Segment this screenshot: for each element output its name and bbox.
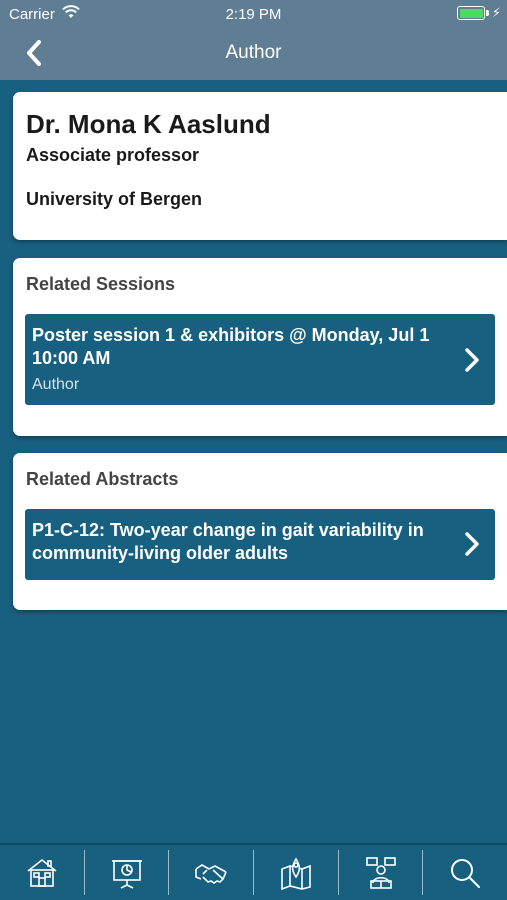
author-name: Dr. Mona K Aaslund	[26, 109, 271, 139]
search-icon	[451, 858, 481, 888]
status-time: 2:19 PM	[225, 6, 282, 23]
abstract-title: P1-C-12: Two-year change in gait variabi…	[32, 520, 424, 563]
session-role: Author	[32, 376, 80, 393]
author-organization: University of Bergen	[26, 189, 203, 209]
related-abstracts-title: Related Abstracts	[26, 469, 179, 489]
tab-map[interactable]	[254, 850, 339, 895]
related-sessions-title: Related Sessions	[26, 274, 176, 294]
tab-exhibitors[interactable]	[169, 850, 255, 895]
tab-bar	[0, 843, 507, 900]
battery-icon	[457, 6, 485, 20]
tab-home[interactable]	[0, 850, 85, 895]
chevron-right-icon	[465, 348, 479, 372]
status-bar: Carrier 2:19 PM ⚡	[0, 0, 507, 28]
presentation-icon	[111, 859, 142, 889]
tab-speakers[interactable]	[339, 850, 424, 895]
handshake-icon	[195, 863, 227, 884]
abstract-list-item[interactable]: P1-C-12: Two-year change in gait variabi…	[25, 509, 495, 580]
page-title: Author	[225, 42, 282, 63]
related-abstracts-card: Related Abstracts P1-C-12: Two-year chan…	[13, 453, 507, 610]
tab-sessions[interactable]	[85, 850, 170, 895]
session-list-item[interactable]: Poster session 1 & exhibitors @ Monday, …	[25, 314, 495, 405]
speaker-icon	[365, 856, 396, 889]
battery-cap	[486, 10, 489, 16]
session-title: Poster session 1 & exhibitors @ Monday, …	[32, 325, 430, 368]
related-sessions-card: Related Sessions Poster session 1 & exhi…	[13, 258, 507, 436]
header: Carrier 2:19 PM ⚡ Author	[0, 0, 507, 80]
author-role: Associate professor	[26, 145, 200, 165]
chevron-right-icon	[465, 532, 479, 556]
author-card: Dr. Mona K Aaslund Associate professor U…	[13, 92, 507, 240]
charging-icon: ⚡	[491, 5, 501, 20]
map-icon	[281, 856, 311, 890]
tab-search[interactable]	[423, 850, 507, 895]
home-icon	[27, 858, 57, 887]
